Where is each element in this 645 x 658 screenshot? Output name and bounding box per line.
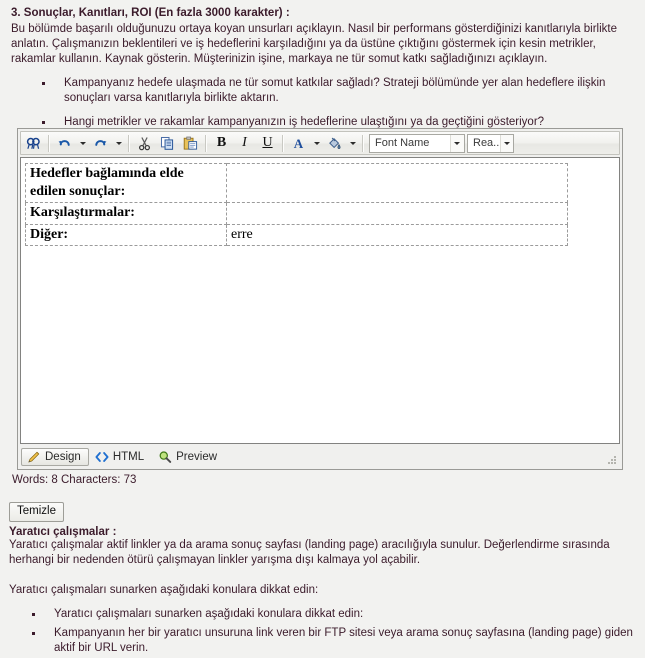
table-cell-label[interactable]: Diğer: xyxy=(25,223,227,246)
chevron-down-icon[interactable] xyxy=(500,134,513,152)
font-color-dropdown-arrow[interactable] xyxy=(310,132,323,154)
italic-label: I xyxy=(242,135,247,150)
list-item: Kampanyanız hedefe ulaşmada ne tür somut… xyxy=(42,76,637,106)
toolbar-separator xyxy=(205,134,207,152)
font-size-select[interactable]: Rea... xyxy=(467,133,514,153)
toolbar-separator xyxy=(282,134,284,152)
list-item: Yaratıcı çalışmaları sunarken aşağıdaki … xyxy=(32,607,639,622)
section-heading: 3. Sonuçlar, Kanıtları, ROI (En fazla 30… xyxy=(11,7,290,19)
cut-icon[interactable] xyxy=(133,132,156,154)
editor-toolbar: B I U A Font Name Rea... xyxy=(20,131,620,155)
undo-icon[interactable] xyxy=(53,132,76,154)
tab-html-label: HTML xyxy=(112,451,145,463)
lower-bullet-list: Yaratıcı çalışmaları sunarken aşağıdaki … xyxy=(8,607,639,658)
font-size-value: Rea... xyxy=(473,137,501,149)
font-name-select[interactable]: Font Name xyxy=(369,133,465,153)
table-row: Hedefler bağlamında elde edilen sonuçlar… xyxy=(25,163,568,203)
list-item: Kampanyanın her bir yaratıcı unsuruna li… xyxy=(32,626,639,656)
italic-button[interactable]: I xyxy=(233,132,256,154)
clear-button[interactable]: Temizle xyxy=(9,502,64,522)
tab-preview-label: Preview xyxy=(176,451,218,463)
undo-dropdown-arrow[interactable] xyxy=(76,132,89,154)
lower-heading: Yaratıcı çalışmalar : xyxy=(9,526,117,538)
tab-design-label: Design xyxy=(45,451,81,463)
table-cell-label[interactable]: Karşılaştırmalar: xyxy=(25,202,227,225)
table-cell-label[interactable]: Hedefler bağlamında elde edilen sonuçlar… xyxy=(25,163,227,203)
toolbar-separator xyxy=(48,134,50,152)
toolbar-separator xyxy=(362,134,364,152)
redo-icon[interactable] xyxy=(89,132,112,154)
table-row: Diğer: erre xyxy=(25,223,568,246)
copy-icon[interactable] xyxy=(156,132,179,154)
lower-paragraph-2: Yaratıcı çalışmaları sunarken aşağıdaki … xyxy=(9,584,319,597)
lower-paragraph-1: Yaratıcı çalışmalar aktif linkler ya da … xyxy=(9,539,610,567)
underline-button[interactable]: U xyxy=(256,132,279,154)
font-name-value: Font Name xyxy=(375,137,430,149)
lower-section: Temizle Yaratıcı çalışmalar : Yaratıcı ç… xyxy=(8,502,639,658)
content-table: Hedefler bağlamında elde edilen sonuçlar… xyxy=(25,163,568,246)
highlight-bucket-icon[interactable] xyxy=(323,132,346,154)
underline-label: U xyxy=(262,135,273,150)
highlight-dropdown-arrow[interactable] xyxy=(346,132,359,154)
rich-text-editor: B I U A Font Name Rea... Hedefler bağlam… xyxy=(17,128,623,470)
page-root: 3. Sonuçlar, Kanıtları, ROI (En fazla 30… xyxy=(0,0,645,658)
tab-design[interactable]: Design xyxy=(21,448,89,466)
table-row: Karşılaştırmalar: xyxy=(25,202,568,225)
bold-button[interactable]: B xyxy=(210,132,233,154)
editor-canvas[interactable]: Hedefler bağlamında elde edilen sonuçlar… xyxy=(20,157,620,444)
editor-mode-tabs: Design HTML Preview xyxy=(20,447,620,467)
word-character-count: Words: 8 Characters: 73 xyxy=(12,474,137,486)
pencil-icon xyxy=(27,450,41,464)
font-color-label: A xyxy=(293,135,304,151)
paste-icon[interactable] xyxy=(179,132,202,154)
table-cell-value[interactable] xyxy=(226,202,568,225)
table-cell-value[interactable] xyxy=(226,163,568,203)
tab-preview[interactable]: Preview xyxy=(152,448,225,466)
toolbar-separator xyxy=(128,134,130,152)
bold-label: B xyxy=(216,135,227,150)
font-color-button[interactable]: A xyxy=(287,132,310,154)
table-cell-value[interactable]: erre xyxy=(226,223,568,246)
resize-grip[interactable] xyxy=(606,454,618,466)
chevron-down-icon[interactable] xyxy=(449,134,464,152)
redo-dropdown-arrow[interactable] xyxy=(112,132,125,154)
code-brackets-icon xyxy=(95,450,109,464)
tab-html[interactable]: HTML xyxy=(89,448,152,466)
find-icon[interactable] xyxy=(22,132,45,154)
section-intro-paragraph: Bu bölümde başarılı olduğunuzu ortaya ko… xyxy=(11,23,617,66)
magnifier-icon xyxy=(158,450,172,464)
